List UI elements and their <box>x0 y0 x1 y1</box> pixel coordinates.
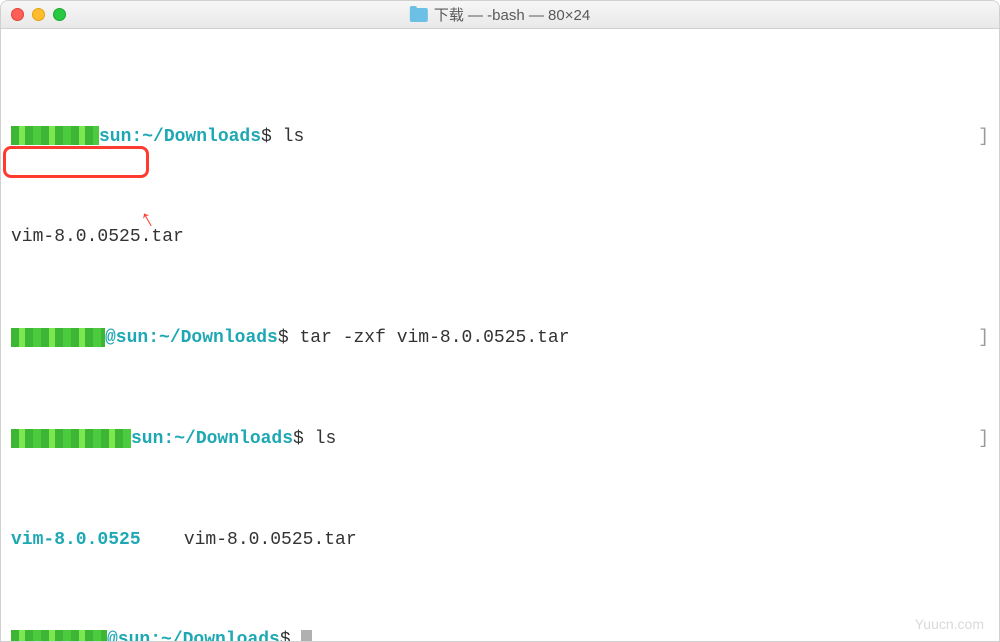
terminal-body[interactable]: sun:~/Downloads$ ls] vim-8.0.0525.tar @s… <box>1 29 999 642</box>
terminal-window: 下载 — -bash — 80×24 sun:~/Downloads$ ls] … <box>0 0 1000 642</box>
prompt-line: sun:~/Downloads$ ls] <box>11 125 989 150</box>
prompt-separator: $ <box>261 127 272 147</box>
prompt-separator: $ <box>293 429 304 449</box>
output-line: vim-8.0.0525 vim-8.0.0525.tar <box>11 528 989 553</box>
prompt-line: @sun:~/Downloads$ tar -zxf vim-8.0.0525.… <box>11 326 989 351</box>
annotation-highlight-box <box>3 146 149 178</box>
command-text: ls <box>283 127 305 147</box>
prompt-colon: : <box>131 127 142 147</box>
prompt-line: sun:~/Downloads$ ls] <box>11 427 989 452</box>
prompt-colon: : <box>150 630 161 642</box>
watermark-text: Yuucn.com <box>915 616 984 632</box>
prompt-user: @sun <box>107 630 150 642</box>
prompt-colon: : <box>148 328 159 348</box>
prompt-user: @sun <box>105 328 148 348</box>
censored-user <box>11 429 131 448</box>
folder-icon <box>410 8 428 22</box>
prompt-separator: $ <box>280 630 291 642</box>
prompt-path: ~/Downloads <box>142 127 261 147</box>
prompt-path: ~/Downloads <box>159 328 278 348</box>
prompt-path: ~/Downloads <box>161 630 280 642</box>
censored-user <box>11 630 107 642</box>
close-icon[interactable] <box>11 8 24 21</box>
maximize-icon[interactable] <box>53 8 66 21</box>
output-line: vim-8.0.0525.tar <box>11 225 989 250</box>
prompt-user: sun <box>99 127 131 147</box>
prompt-user: sun <box>131 429 163 449</box>
traffic-lights <box>11 8 66 21</box>
censored-user <box>11 126 99 145</box>
prompt-separator: $ <box>278 328 289 348</box>
scroll-marker: ] <box>978 427 989 452</box>
command-text: ls <box>315 429 337 449</box>
censored-user <box>11 328 105 347</box>
file-name: vim-8.0.0525.tar <box>141 530 357 550</box>
window-titlebar: 下载 — -bash — 80×24 <box>1 1 999 29</box>
minimize-icon[interactable] <box>32 8 45 21</box>
command-text: tar -zxf vim-8.0.0525.tar <box>299 328 569 348</box>
window-title-group: 下载 — -bash — 80×24 <box>410 4 590 25</box>
scroll-marker: ] <box>978 326 989 351</box>
prompt-path: ~/Downloads <box>174 429 293 449</box>
scroll-marker: ] <box>978 125 989 150</box>
directory-name: vim-8.0.0525 <box>11 530 141 550</box>
window-title: 下载 — -bash — 80×24 <box>434 4 590 25</box>
prompt-colon: : <box>163 429 174 449</box>
cursor-icon <box>301 630 312 642</box>
prompt-line: @sun:~/Downloads$ <box>11 628 989 642</box>
